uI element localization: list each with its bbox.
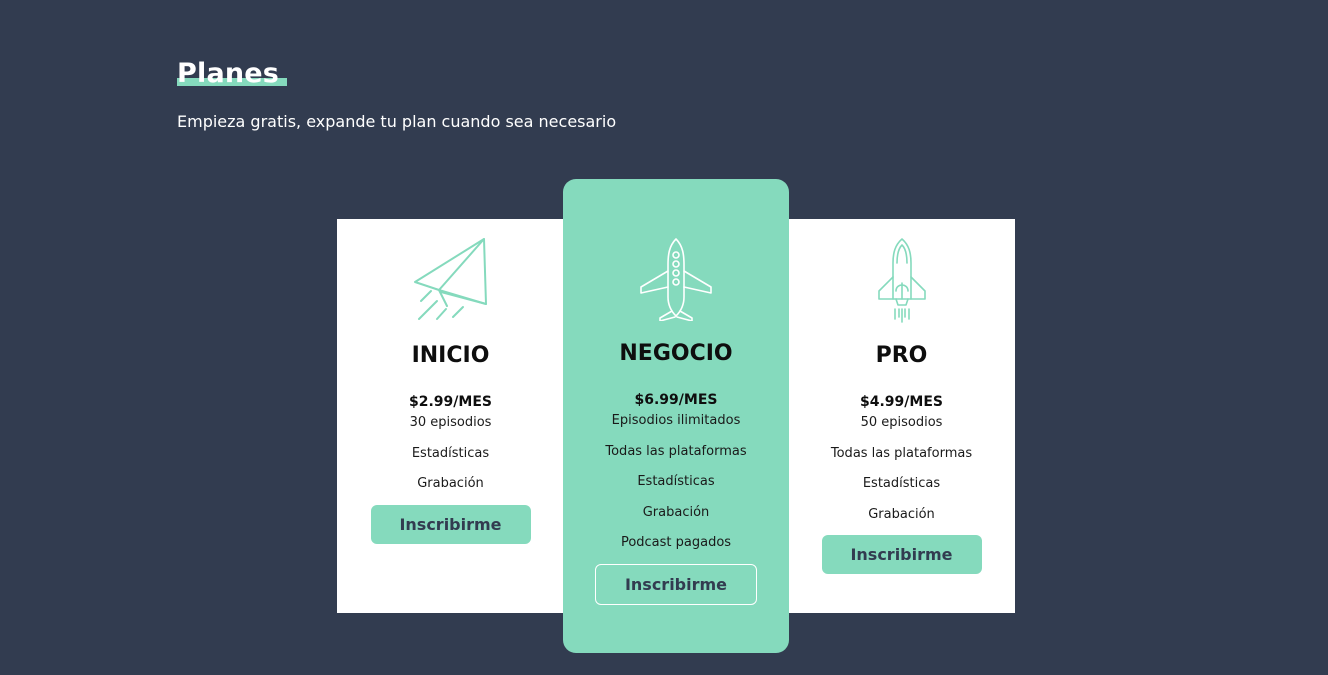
plan-features: Episodios ilimitados Todas las plataform… <box>605 413 746 566</box>
plan-feature: Estadísticas <box>862 476 941 492</box>
plan-feature: Grabación <box>642 504 710 520</box>
plan-card-negocio: NEGOCIO $6.99/MES Episodios ilimitados T… <box>563 179 789 653</box>
plan-feature: Estadísticas <box>637 474 715 490</box>
section-subtitle: Empieza gratis, expande tu plan cuando s… <box>177 112 617 131</box>
plan-price: $2.99/MES <box>409 394 492 410</box>
plan-feature: Todas las plataformas <box>830 445 973 461</box>
plan-name: PRO <box>875 343 928 368</box>
paper-plane-icon <box>413 238 487 320</box>
subscribe-button-pro[interactable]: Inscribirme <box>821 535 982 575</box>
subscribe-button-inicio[interactable]: Inscribirme <box>370 504 531 544</box>
section-title-text: Planes <box>177 58 280 89</box>
plan-card-inicio: INICIO $2.99/MES 30 episodios Estadístic… <box>337 219 564 613</box>
plan-feature: Todas las plataformas <box>605 443 747 459</box>
plan-price: $6.99/MES <box>634 392 718 408</box>
plan-feature: Grabación <box>417 476 484 492</box>
plan-feature: Podcast pagados <box>620 535 732 551</box>
airplane-icon <box>640 238 712 321</box>
plan-card-pro: PRO $4.99/MES 50 episodios Todas las pla… <box>788 219 1015 613</box>
plan-feature: 50 episodios <box>860 415 943 430</box>
plan-feature: Episodios ilimitados <box>611 413 741 428</box>
plan-features: 50 episodios Todas las plataformas Estad… <box>831 415 972 537</box>
plan-feature: Estadísticas <box>411 445 490 461</box>
subscribe-button-negocio[interactable]: Inscribirme <box>595 563 757 605</box>
plan-feature: 30 episodios <box>409 415 492 430</box>
section-title: Planes <box>177 58 288 89</box>
plan-feature: Grabación <box>868 506 935 522</box>
plan-name: INICIO <box>411 343 490 368</box>
plan-name: NEGOCIO <box>619 341 733 366</box>
section-title-wrap: Planes <box>177 58 288 89</box>
space-shuttle-icon <box>877 238 926 323</box>
plan-features: 30 episodios Estadísticas Grabación <box>410 415 492 507</box>
plan-price: $4.99/MES <box>860 394 943 410</box>
